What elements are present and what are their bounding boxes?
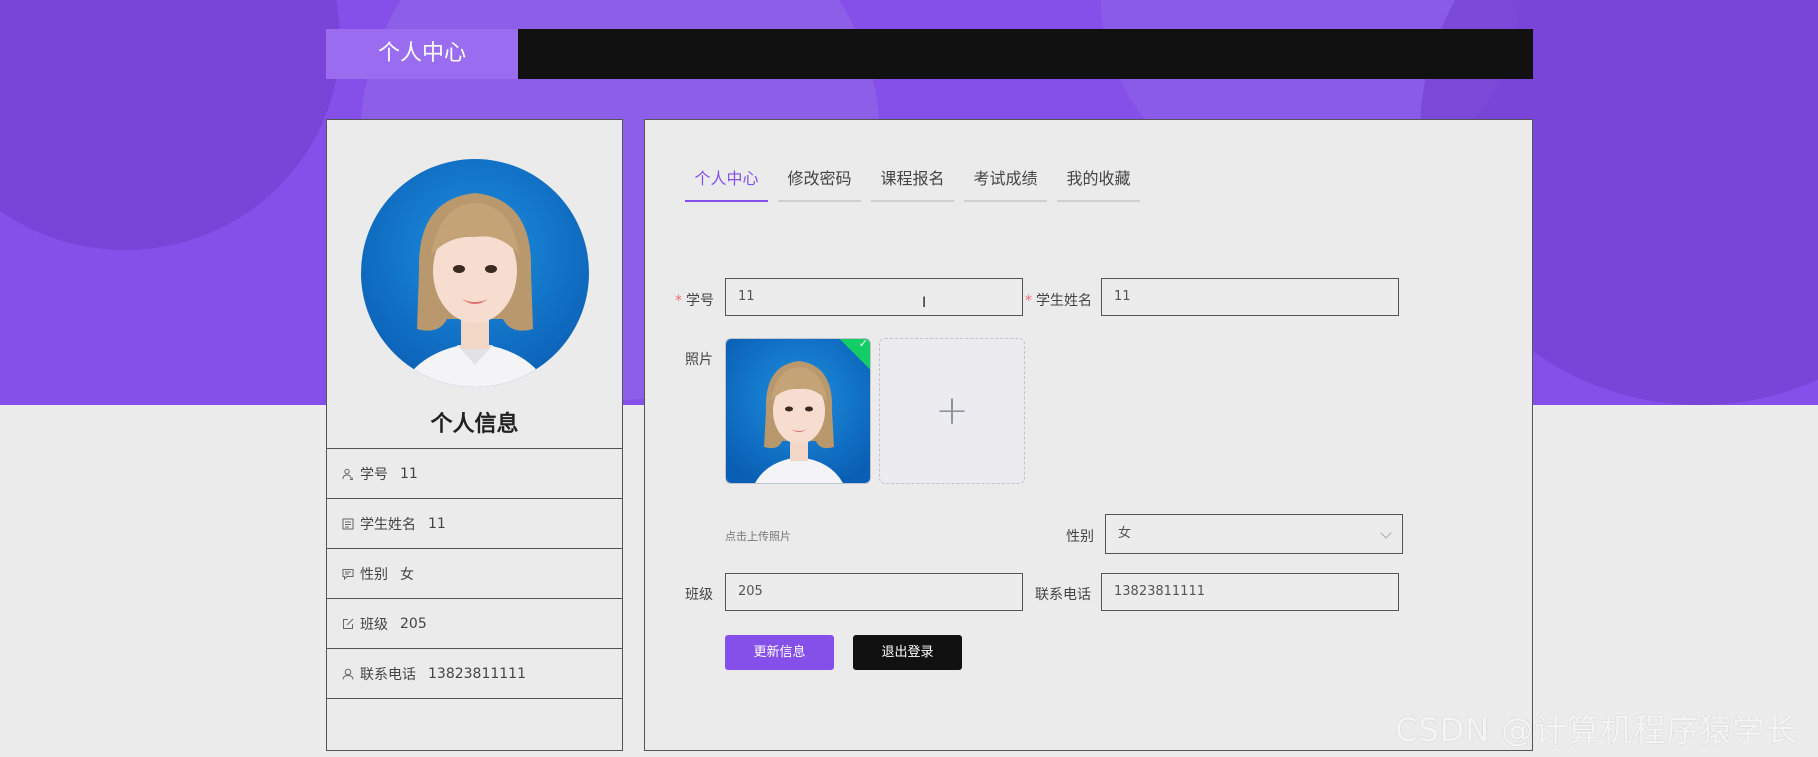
profile-item-label: 性别 xyxy=(360,566,388,583)
check-icon: ✓ xyxy=(858,338,868,351)
watermark: CSDN @计算机程序猿学长 xyxy=(1395,711,1799,749)
photo-label: 照片 xyxy=(685,352,713,368)
profile-item-value: 11 xyxy=(428,515,446,532)
profile-item-student-id: 学号 11 xyxy=(327,448,622,498)
student-id-input[interactable]: 11 xyxy=(725,278,1023,316)
profile-item-gender: 性别 女 xyxy=(327,548,622,598)
profile-item-class: 班级 205 xyxy=(327,598,622,648)
photo-upload-hint: 点击上传照片 xyxy=(725,530,791,543)
required-mark: * xyxy=(1025,293,1032,309)
edit-icon xyxy=(343,618,354,629)
user-id-icon xyxy=(342,468,353,480)
tab-exam-scores[interactable]: 考试成绩 xyxy=(964,158,1047,202)
logout-button[interactable]: 退出登录 xyxy=(853,635,962,670)
student-id-label: * 学号 xyxy=(675,293,714,309)
profile-info-list: 学号 11 学生姓名 11 性别 女 班级 205 联系电话 138238111… xyxy=(327,448,622,748)
plus-icon: + xyxy=(935,388,969,434)
header-bar xyxy=(518,29,1533,79)
tab-bar: 个人中心 修改密码 课程报名 考试成绩 我的收藏 xyxy=(685,158,1150,202)
profile-card: 个人信息 学号 11 学生姓名 11 性别 女 班级 205 联系电话 1382… xyxy=(326,119,623,751)
profile-item-value: 13823811111 xyxy=(428,665,526,682)
gender-label: 性别 xyxy=(1066,529,1094,545)
gender-select-value: 女 xyxy=(1118,526,1132,541)
chat-icon xyxy=(342,568,354,580)
text-cursor-icon: I xyxy=(922,295,927,311)
tab-change-password[interactable]: 修改密码 xyxy=(778,158,861,202)
tab-course-registration[interactable]: 课程报名 xyxy=(871,158,954,202)
photo-upload-button[interactable]: + xyxy=(879,338,1025,484)
student-name-input[interactable]: 11 xyxy=(1101,278,1399,316)
profile-title: 个人信息 xyxy=(430,412,519,437)
photo-thumbnail[interactable]: ✓ xyxy=(725,338,871,484)
class-label: 班级 xyxy=(685,587,713,603)
profile-item-student-name: 学生姓名 11 xyxy=(327,498,622,548)
student-name-label: * 学生姓名 xyxy=(1025,293,1092,309)
required-mark: * xyxy=(675,293,682,309)
name-card-icon xyxy=(342,518,354,529)
update-info-button[interactable]: 更新信息 xyxy=(725,635,834,670)
main-panel: 个人中心 修改密码 课程报名 考试成绩 我的收藏 * 学号 11 I * 学生姓名 … xyxy=(644,119,1533,751)
avatar xyxy=(361,159,589,387)
tab-favorites[interactable]: 我的收藏 xyxy=(1057,158,1140,202)
gender-select[interactable]: 女 xyxy=(1105,514,1403,554)
phone-input[interactable]: 13823811111 xyxy=(1101,573,1399,611)
profile-item-label: 学号 xyxy=(360,466,388,483)
profile-item-label: 联系电话 xyxy=(360,666,416,683)
profile-item-label: 班级 xyxy=(360,616,388,633)
background-circle xyxy=(0,0,340,250)
profile-item-value: 205 xyxy=(400,615,427,632)
profile-item-label: 学生姓名 xyxy=(360,516,416,533)
tab-personal-center[interactable]: 个人中心 xyxy=(685,158,768,202)
user-icon xyxy=(342,668,354,680)
profile-item-value: 女 xyxy=(400,566,414,583)
class-input[interactable]: 205 xyxy=(725,573,1023,611)
page-title: 个人中心 xyxy=(326,29,518,79)
profile-item-phone: 联系电话 13823811111 xyxy=(327,648,622,698)
profile-item-value: 11 xyxy=(400,465,418,482)
profile-item-empty xyxy=(327,698,622,748)
phone-label: 联系电话 xyxy=(1035,587,1091,603)
chevron-down-icon xyxy=(1380,527,1392,539)
